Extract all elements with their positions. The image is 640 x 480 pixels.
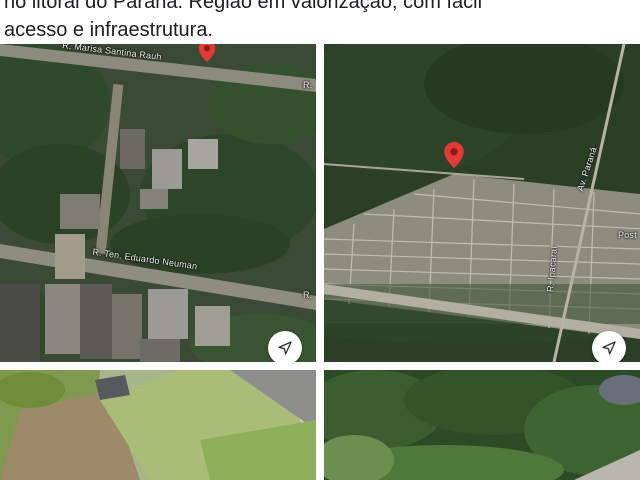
photo-tile-aerial-lot[interactable] bbox=[0, 370, 316, 480]
navigation-arrow-icon[interactable] bbox=[268, 331, 302, 362]
caption-line-2: acesso e infraestrutura. bbox=[4, 19, 213, 41]
navigation-arrow-icon[interactable] bbox=[592, 331, 626, 362]
photo-grid: R. Marisa Santina Rauh R. R. Ten. Eduard… bbox=[0, 44, 640, 480]
post-caption: no litoral do Paraná. Região em valoriza… bbox=[0, 0, 640, 44]
map-pin-icon bbox=[198, 44, 216, 62]
photo-tile-aerial-trees[interactable] bbox=[324, 370, 640, 480]
map-pin-icon bbox=[444, 142, 464, 168]
street-label: Post bbox=[618, 230, 637, 240]
street-satellite-image bbox=[0, 44, 316, 362]
neighborhood-satellite-image bbox=[324, 44, 640, 362]
photo-tile-neighborhood-map[interactable]: Av. Paraná R. Ipacaraí Post bbox=[324, 44, 640, 362]
photo-tile-street-map[interactable]: R. Marisa Santina Rauh R. R. Ten. Eduard… bbox=[0, 44, 316, 362]
aerial-trees-image bbox=[324, 370, 640, 480]
street-label: R. bbox=[303, 290, 313, 300]
street-label: R. bbox=[303, 80, 313, 90]
aerial-lot-image bbox=[0, 370, 316, 480]
caption-line-1: no litoral do Paraná. Região em valoriza… bbox=[4, 0, 483, 13]
